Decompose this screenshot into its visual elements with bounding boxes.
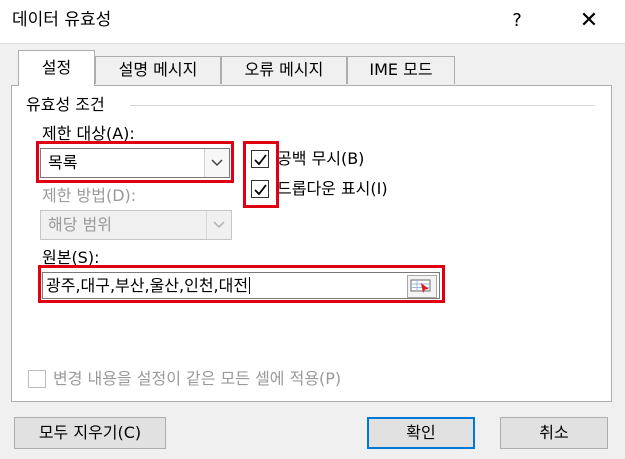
data-select-value: 해당 범위 xyxy=(48,215,112,234)
tab-settings[interactable]: 설정 xyxy=(18,50,95,86)
apply-all-label: 변경 내용을 설정이 같은 모든 셀에 적용(P) xyxy=(53,369,342,388)
allow-select[interactable]: 목록 xyxy=(40,148,230,178)
dialog-title: 데이터 유효성 xyxy=(12,10,112,30)
data-select: 해당 범위 xyxy=(40,210,232,240)
data-label: 제한 방법(D): xyxy=(42,186,137,205)
ok-button[interactable]: 확인 xyxy=(367,417,475,449)
in-cell-dropdown-checkbox[interactable] xyxy=(251,180,269,198)
in-cell-dropdown-label[interactable]: 드롭다운 표시(I) xyxy=(277,179,388,199)
ignore-blank-checkbox[interactable] xyxy=(251,150,269,168)
tab-input-message[interactable]: 설명 메시지 xyxy=(95,56,221,84)
cancel-button[interactable]: 취소 xyxy=(500,417,608,449)
chevron-down-icon xyxy=(206,211,231,239)
allow-label: 제한 대상(A): xyxy=(42,124,135,143)
ignore-blank-label[interactable]: 공백 무시(B) xyxy=(277,149,364,169)
apply-all-checkbox xyxy=(28,370,46,388)
close-button[interactable]: ✕ xyxy=(571,6,607,36)
source-input[interactable]: 광주,대구,부산,울산,인천,대전 xyxy=(42,272,440,299)
checkmark-icon xyxy=(254,184,267,196)
validation-criteria-heading: 유효성 조건 xyxy=(26,95,105,114)
allow-select-value: 목록 xyxy=(48,153,78,172)
chevron-down-icon[interactable] xyxy=(204,149,229,177)
help-button[interactable]: ? xyxy=(500,6,534,36)
clear-all-button[interactable]: 모두 지우기(C) xyxy=(14,417,166,449)
range-select-icon xyxy=(410,279,431,293)
text-caret xyxy=(249,277,251,294)
source-label: 원본(S): xyxy=(42,248,100,267)
group-divider xyxy=(130,105,595,106)
source-value: 광주,대구,부산,울산,인천,대전 xyxy=(46,276,249,295)
tab-ime-mode[interactable]: IME 모드 xyxy=(347,56,455,84)
checkmark-icon xyxy=(254,154,267,166)
tab-error-alert[interactable]: 오류 메시지 xyxy=(221,56,347,84)
collapse-dialog-button[interactable] xyxy=(407,275,437,298)
